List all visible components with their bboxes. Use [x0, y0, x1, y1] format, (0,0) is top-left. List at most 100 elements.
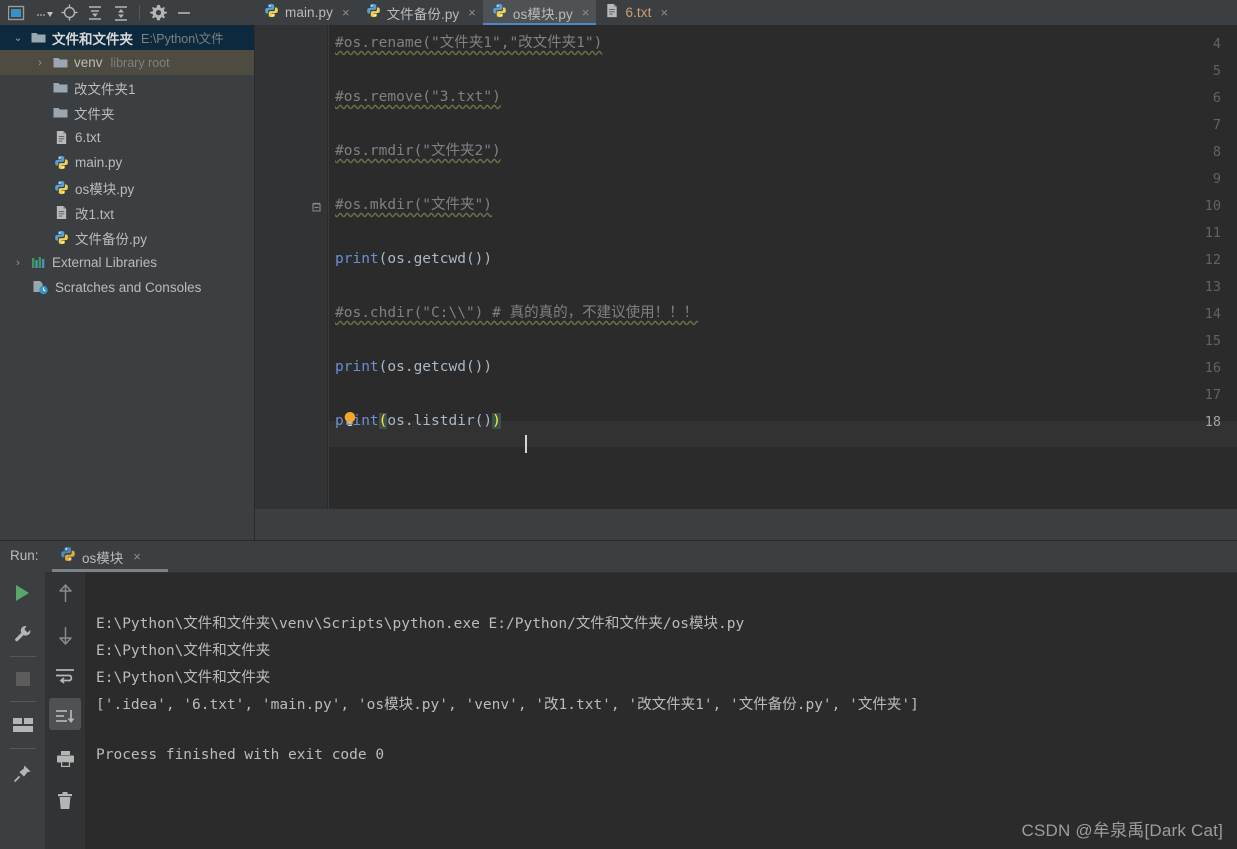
arrow-up-icon[interactable]	[45, 572, 85, 614]
run-actions-toolbar	[0, 572, 45, 849]
tree-item-label: External Libraries	[52, 255, 158, 270]
locate-icon[interactable]	[56, 0, 82, 25]
tree-item-wenjianjia[interactable]: 文件夹	[0, 100, 255, 125]
tree-item-sublabel: library root	[110, 55, 170, 70]
tree-item-osmokuai-py[interactable]: os模块.py	[0, 175, 255, 200]
editor-tab-bar: main.py × 文件备份.py × os模块.py × 6.txt ×	[255, 0, 675, 25]
wrench-icon[interactable]	[0, 614, 45, 654]
editor-tab-label: os模块.py	[512, 6, 573, 22]
tree-item-scratches-and-consoles[interactable]: Scratches and Consoles	[0, 275, 255, 300]
project-panel-toolbar	[0, 0, 255, 25]
collapse-all-icon[interactable]	[82, 0, 108, 25]
text-caret	[525, 435, 527, 453]
python-file-icon	[492, 3, 507, 23]
python-file-icon	[53, 155, 70, 170]
folder-icon	[52, 56, 69, 69]
expand-all-icon[interactable]	[108, 0, 134, 25]
close-icon[interactable]: ×	[133, 549, 141, 564]
hide-icon[interactable]	[171, 0, 197, 25]
code-comment: #os.rmdir("文件夹2")	[335, 143, 501, 159]
pycharm-window: main.py × 文件备份.py × os模块.py × 6.txt × ⌄ …	[0, 0, 1237, 849]
code-fold-marker[interactable]	[311, 200, 322, 212]
intention-bulb-icon[interactable]	[343, 411, 356, 427]
libraries-icon	[30, 256, 47, 270]
top-toolbar: main.py × 文件备份.py × os模块.py × 6.txt ×	[0, 0, 1237, 25]
console-line: E:\Python\文件和文件夹	[96, 643, 271, 659]
settings-gear-icon[interactable]	[145, 0, 171, 25]
code-comment: #os.chdir("C:\\") # 真的真的，不建议使用！！！	[335, 305, 699, 321]
run-label: Run:	[10, 548, 39, 563]
close-icon[interactable]: ×	[582, 6, 590, 19]
tree-item-6-txt[interactable]: 6.txt	[0, 125, 255, 150]
editor-gutter[interactable]	[255, 25, 327, 541]
pin-icon[interactable]	[0, 751, 45, 795]
dropdown-arrow-icon[interactable]	[34, 0, 56, 25]
python-file-icon	[60, 546, 76, 567]
layout-icon[interactable]	[0, 704, 45, 746]
console-actions-toolbar	[45, 572, 85, 849]
code-line-16: print(os.getcwd())	[335, 357, 492, 377]
gutter-border	[328, 25, 329, 541]
code-comment: #os.rename("文件夹1","改文件夹1")	[335, 35, 603, 51]
editor-bottom-strip	[255, 509, 1237, 541]
toolbar-divider	[139, 5, 140, 20]
tree-item-root[interactable]: ⌄ 文件和文件夹 E:\Python\文件	[0, 25, 255, 50]
run-tool-window: Run: os模块 × E:\Python\文件和文件夹\venv\Script…	[0, 541, 1237, 849]
editor-tab-6-txt[interactable]: 6.txt ×	[596, 0, 675, 25]
tree-item-venv[interactable]: › venv library root	[0, 50, 255, 75]
code-line-6: #os.remove("3.txt")	[335, 87, 501, 107]
toolbar-divider	[9, 656, 36, 657]
scroll-to-end-icon[interactable]	[45, 696, 85, 738]
code-comment: #os.mkdir("文件夹")	[335, 197, 492, 213]
console-line: ['.idea', '6.txt', 'main.py', 'os模块.py',…	[96, 697, 919, 713]
window-selector-icon[interactable]	[0, 0, 34, 25]
folder-icon	[52, 106, 69, 119]
code-line-14: #os.chdir("C:\\") # 真的真的，不建议使用！！！	[335, 303, 698, 323]
tree-item-label: 文件夹	[74, 106, 115, 122]
code-keyword: print	[335, 359, 379, 375]
scratches-icon	[31, 280, 50, 295]
run-header: Run: os模块 ×	[0, 541, 1237, 572]
arrow-down-icon[interactable]	[45, 614, 85, 656]
console-top-border	[85, 572, 1237, 573]
chevron-right-icon[interactable]: ›	[32, 57, 48, 69]
editor-tab-main-py[interactable]: main.py ×	[255, 0, 357, 25]
code-editor[interactable]: 4 5 6 7 8 9 10 11 12 13 14 15 16 17 18 #…	[255, 25, 1237, 541]
code-keyword: print	[335, 251, 379, 267]
editor-tab-label: 文件备份.py	[386, 6, 460, 22]
console-output[interactable]: E:\Python\文件和文件夹\venv\Scripts\python.exe…	[85, 572, 1237, 849]
tree-item-gai1-txt[interactable]: 改1.txt	[0, 200, 255, 225]
tree-item-wenjianbeifen-py[interactable]: 文件备份.py	[0, 225, 255, 250]
tree-item-gaiwenjianjia1[interactable]: 改文件夹1	[0, 75, 255, 100]
code-line-10: #os.mkdir("文件夹")	[335, 195, 492, 215]
tree-item-label: venv	[74, 55, 103, 70]
code-expression: (os.getcwd())	[378, 251, 493, 267]
run-configuration-tab[interactable]: os模块 ×	[52, 541, 149, 572]
stop-icon[interactable]	[0, 659, 45, 699]
trash-icon[interactable]	[45, 780, 85, 822]
text-file-icon	[605, 3, 619, 23]
code-line-8: #os.rmdir("文件夹2")	[335, 141, 501, 161]
chevron-down-icon[interactable]: ⌄	[10, 31, 26, 44]
toolbar-divider	[9, 748, 36, 749]
run-button[interactable]	[0, 572, 45, 614]
console-line: E:\Python\文件和文件夹\venv\Scripts\python.exe…	[96, 616, 745, 632]
tree-item-external-libraries[interactable]: › External Libraries	[0, 250, 255, 275]
editor-tab-wenjianbeifen-py[interactable]: 文件备份.py ×	[357, 0, 483, 25]
code-comment: #os.remove("3.txt")	[335, 89, 501, 105]
tree-item-label: 改文件夹1	[74, 81, 136, 97]
python-file-icon	[366, 3, 381, 23]
tree-item-label: 文件备份.py	[75, 231, 148, 247]
close-icon[interactable]: ×	[660, 6, 668, 19]
chevron-right-icon[interactable]: ›	[10, 257, 26, 269]
tree-item-main-py[interactable]: main.py	[0, 150, 255, 175]
code-text-area[interactable]: #os.rename("文件夹1","改文件夹1") #os.remove("3…	[335, 25, 1237, 541]
folder-icon	[52, 81, 69, 94]
close-icon[interactable]: ×	[342, 6, 350, 19]
soft-wrap-icon[interactable]	[45, 656, 85, 696]
code-expression: (os.getcwd())	[378, 359, 493, 375]
print-icon[interactable]	[45, 738, 85, 780]
editor-tab-osmokuai-py[interactable]: os模块.py ×	[482, 0, 597, 25]
close-icon[interactable]: ×	[468, 6, 476, 19]
matched-brace-close: )	[492, 413, 501, 429]
